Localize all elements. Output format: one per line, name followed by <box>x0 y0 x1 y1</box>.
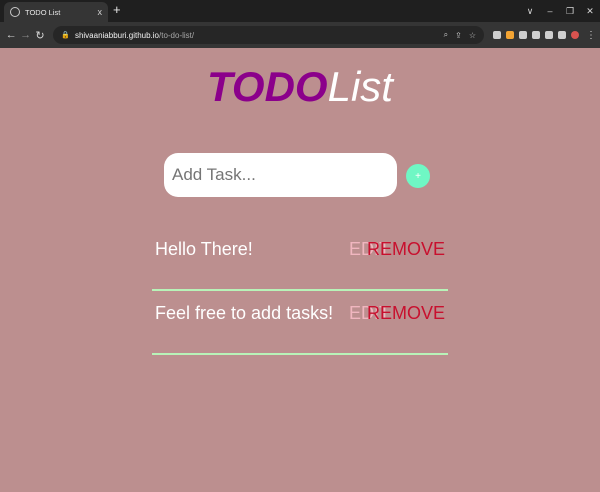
close-window-icon[interactable]: ✕ <box>580 6 600 17</box>
app-logo: TODOList <box>0 62 600 112</box>
back-arrow-icon[interactable]: ← <box>4 29 18 41</box>
minimize-icon[interactable]: – <box>540 6 560 16</box>
kebab-menu-icon[interactable]: ⋮ <box>586 30 596 41</box>
zoom-icon[interactable]: ⌕ <box>444 30 448 40</box>
browser-tab-bar: TODO List x + ∨ – ❐ ✕ <box>0 0 600 22</box>
url-path: /to-do-list/ <box>159 30 195 40</box>
plus-icon: + <box>415 170 421 182</box>
playlist-icon[interactable] <box>544 31 553 39</box>
new-tab-button[interactable]: + <box>113 3 121 17</box>
task-text: Hello There! <box>155 239 253 259</box>
browser-toolbar: ← → ↻ 🔒 shivaaniabburi.github.io /to-do-… <box>0 22 600 48</box>
task-list: Hello There! EDIT REMOVE Feel free to ad… <box>152 227 448 355</box>
remove-button[interactable]: REMOVE <box>367 238 445 260</box>
extension-icon[interactable] <box>505 31 514 39</box>
lock-icon[interactable]: 🔒 <box>61 31 70 39</box>
address-bar[interactable]: 🔒 shivaaniabburi.github.io /to-do-list/ … <box>53 26 485 44</box>
bookmark-star-icon[interactable]: ☆ <box>469 31 476 40</box>
close-tab-icon[interactable]: x <box>98 7 103 17</box>
restore-icon[interactable]: ❐ <box>560 6 580 17</box>
tab-search-icon[interactable]: ∨ <box>520 6 540 17</box>
task-item: Feel free to add tasks! EDIT REMOVE <box>152 291 448 355</box>
extension-icon[interactable] <box>492 31 501 39</box>
profile-avatar[interactable] <box>570 31 579 39</box>
sidebar-icon[interactable] <box>557 31 566 39</box>
puzzle-icon[interactable] <box>531 31 540 39</box>
add-task-input[interactable] <box>164 153 397 197</box>
url-host: shivaaniabburi.github.io <box>74 30 159 40</box>
reload-icon[interactable]: ↻ <box>33 29 47 42</box>
share-icon[interactable]: ⇪ <box>455 31 462 40</box>
tab-title: TODO List <box>25 7 61 17</box>
globe-icon <box>10 7 20 17</box>
add-task-button[interactable]: + <box>406 164 430 188</box>
window-controls: ∨ – ❐ ✕ <box>520 0 600 22</box>
extensions-area <box>490 31 581 39</box>
task-item: Hello There! EDIT REMOVE <box>152 227 448 291</box>
extension-icon[interactable] <box>518 31 527 39</box>
browser-tab[interactable]: TODO List x <box>4 2 108 22</box>
logo-todo: TODO <box>207 63 328 110</box>
forward-arrow-icon[interactable]: → <box>18 29 32 41</box>
task-text: Feel free to add tasks! <box>155 303 334 323</box>
remove-button[interactable]: REMOVE <box>367 302 445 324</box>
logo-list: List <box>327 63 393 110</box>
